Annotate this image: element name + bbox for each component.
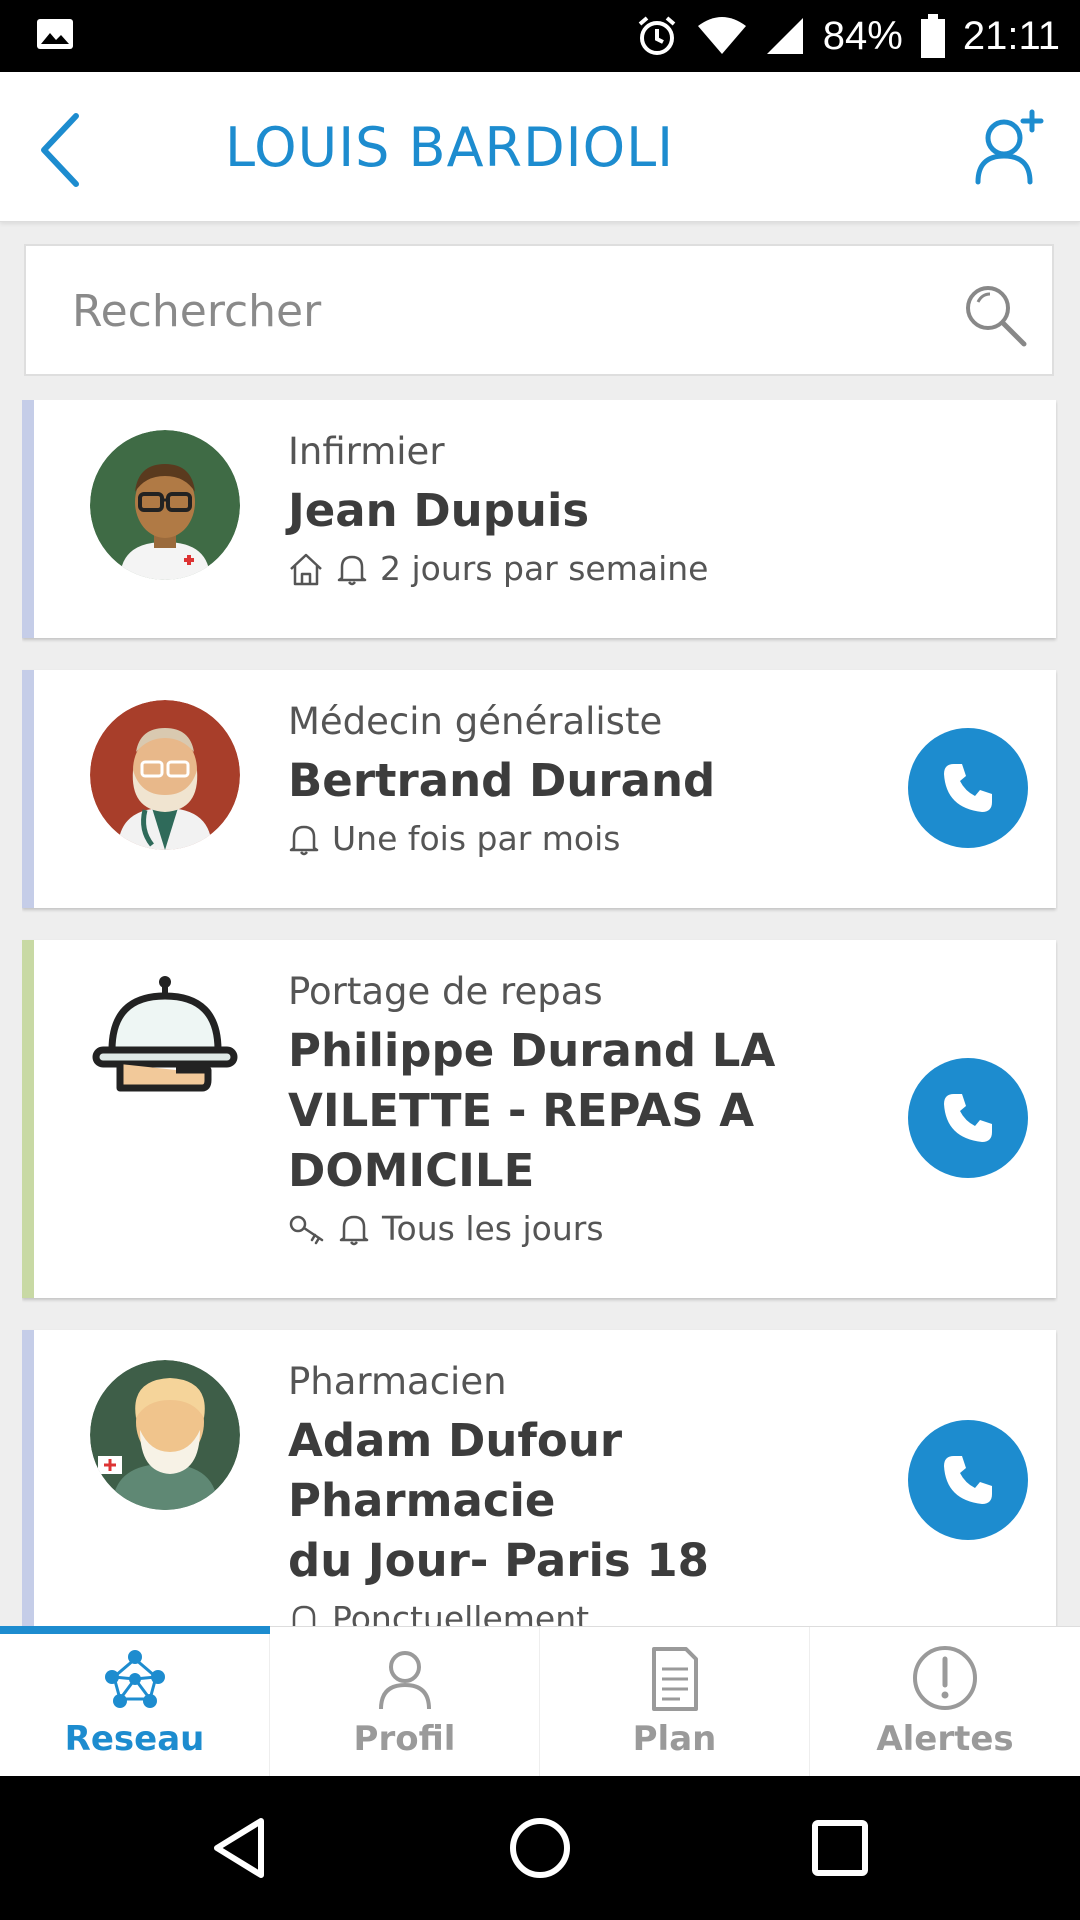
signal-icon (765, 16, 805, 56)
contact-name: Jean Dupuis (288, 484, 590, 537)
home-circle-icon (510, 1818, 570, 1878)
tab-plan[interactable]: Plan (540, 1627, 810, 1777)
bell-icon (336, 552, 368, 586)
status-bar: 84% 21:11 (0, 0, 1080, 72)
tab-label: Alertes (876, 1719, 1014, 1759)
contact-name-line: Philippe Durand LA (288, 1024, 776, 1077)
contact-name-line: du Jour- Paris 18 (288, 1534, 709, 1587)
avatar (90, 1360, 240, 1510)
clock-time: 21:11 (962, 13, 1060, 58)
contact-role: Pharmacien (288, 1360, 507, 1403)
system-back-button[interactable] (205, 1813, 275, 1883)
contact-name-line: VILETTE - REPAS A (288, 1084, 755, 1137)
contact-frequency: Une fois par mois (332, 819, 621, 858)
home-icon (288, 552, 324, 586)
avatar (90, 970, 240, 1120)
system-home-button[interactable] (505, 1813, 575, 1883)
contact-card[interactable]: Infirmier Jean Dupuis 2 jours par semain… (22, 400, 1056, 638)
contact-list: Infirmier Jean Dupuis 2 jours par semain… (22, 400, 1058, 1626)
person-icon (378, 1651, 431, 1710)
tab-alertes[interactable]: Alertes (810, 1627, 1080, 1777)
back-button[interactable] (30, 108, 100, 188)
contact-role: Portage de repas (288, 970, 603, 1013)
add-user-icon (975, 109, 1044, 185)
contact-card[interactable]: Pharmacien Adam Dufour Pharmacie du Jour… (22, 1330, 1056, 1626)
alarm-icon (635, 14, 679, 58)
call-button[interactable] (908, 728, 1028, 848)
phone-icon (944, 764, 992, 812)
contact-name-line: DOMICILE (288, 1144, 535, 1197)
wifi-icon (697, 16, 747, 56)
contact-frequency: 2 jours par semaine (380, 549, 709, 588)
battery-text: 84% (822, 13, 903, 58)
avatar (90, 430, 240, 580)
contact-frequency: Tous les jours (382, 1209, 604, 1248)
contact-frequency: Ponctuellement (332, 1599, 590, 1626)
recents-square-icon (812, 1820, 868, 1876)
contact-role: Médecin généraliste (288, 700, 663, 743)
call-button[interactable] (908, 1420, 1028, 1540)
tab-reseau[interactable]: Reseau (0, 1626, 270, 1777)
alert-icon (913, 1646, 977, 1710)
search-icon[interactable] (960, 280, 1030, 350)
contact-name-line: Adam Dufour Pharmacie (288, 1414, 623, 1527)
phone-icon (944, 1456, 992, 1504)
bell-icon (288, 822, 320, 856)
bell-icon (338, 1212, 370, 1246)
contact-card[interactable]: Médecin généraliste Bertrand Durand Une … (22, 670, 1056, 908)
search-input[interactable] (72, 276, 932, 346)
page-title: LOUIS BARDIOLI (225, 116, 675, 179)
key-icon (288, 1212, 326, 1246)
bell-icon (288, 1602, 320, 1626)
contact-card[interactable]: Portage de repas Philippe Durand LA VILE… (22, 940, 1056, 1298)
contact-name: Bertrand Durand (288, 754, 716, 807)
app-header: LOUIS BARDIOLI (0, 72, 1080, 222)
system-recents-button[interactable] (805, 1813, 875, 1883)
avatar (90, 700, 240, 850)
system-navigation-bar (0, 1776, 1080, 1920)
back-chevron-icon (41, 113, 79, 187)
tab-label: Profil (353, 1719, 456, 1759)
tab-profil[interactable]: Profil (270, 1627, 540, 1777)
contact-role: Infirmier (288, 430, 445, 473)
bottom-navigation: Reseau Profil Plan Alertes (0, 1626, 1080, 1777)
contact-name: Philippe Durand LA VILETTE - REPAS A DOM… (288, 1021, 848, 1201)
network-icon (104, 1650, 165, 1708)
phone-icon (944, 1094, 992, 1142)
call-button[interactable] (908, 1058, 1028, 1178)
tab-label: Reseau (64, 1719, 205, 1759)
image-icon (36, 18, 74, 55)
tab-label: Plan (632, 1719, 717, 1759)
add-user-button[interactable] (970, 108, 1050, 188)
contact-name: Adam Dufour Pharmacie du Jour- Paris 18 (288, 1411, 848, 1591)
search-bar (24, 244, 1054, 376)
battery-icon (920, 14, 945, 58)
document-icon (651, 1647, 698, 1711)
back-triangle-icon (214, 1818, 264, 1878)
